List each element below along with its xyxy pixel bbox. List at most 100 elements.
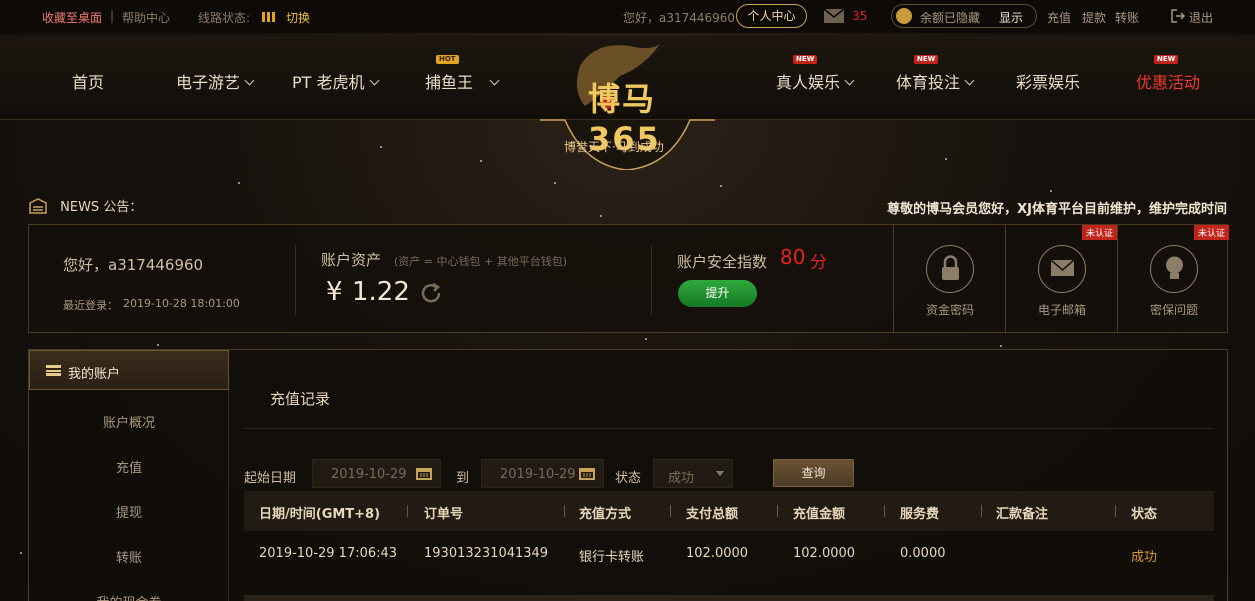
security-item-label: 电子邮箱 <box>1037 303 1086 317</box>
security-label: 账户安全指数 <box>677 253 768 271</box>
upgrade-button[interactable]: 提升 <box>678 280 757 307</box>
news-marquee[interactable]: 尊敬的博马会员您好，XJ体育平台目前维护，维护完成时间 <box>887 198 1227 217</box>
card-icon <box>46 365 61 380</box>
divider <box>651 245 652 315</box>
end-date-input[interactable]: 2019-10-29 <box>481 459 604 488</box>
column-header[interactable]: 支付总额 <box>686 503 738 522</box>
table-footer <box>244 595 1214 601</box>
refresh-icon[interactable] <box>419 281 443 309</box>
cell-method: 银行卡转账 <box>579 550 645 565</box>
nav-lottery[interactable]: 彩票娱乐 <box>1016 69 1080 93</box>
security-item-fund-password[interactable]: 资金密码 <box>893 225 1005 332</box>
column-separator <box>564 505 565 517</box>
security-score: 80 <box>780 245 806 269</box>
transfer-link[interactable]: 转账 <box>1115 9 1139 26</box>
nav-home[interactable]: 首页 <box>72 69 104 93</box>
currency-symbol: ¥ <box>326 277 343 307</box>
start-date-label: 起始日期 <box>244 471 297 486</box>
lock-icon <box>926 245 974 293</box>
show-balance-button[interactable]: 显示 <box>999 9 1023 26</box>
calendar-icon[interactable] <box>579 466 595 484</box>
balance-toggle: 余额已隐藏 显示 <box>891 4 1037 28</box>
query-button[interactable]: 查询 <box>773 459 854 487</box>
sidebar-item-withdraw[interactable]: 提现 <box>29 502 229 521</box>
account-panel: 我的账户 账户概况 充值 提现 转账 我的现金券 充值记录 起始日期 2019-… <box>28 349 1228 601</box>
column-header[interactable]: 充值金额 <box>793 503 845 522</box>
cell-status: 成功 <box>1131 550 1158 565</box>
logo-slogan: 博誉天下·马到成功 <box>564 140 664 154</box>
mail-icon[interactable] <box>823 8 845 27</box>
chevron-down-icon <box>844 75 855 86</box>
bookmark-link[interactable]: 收藏至桌面 <box>42 9 102 26</box>
security-item-question[interactable]: 未认证 密保问题 <box>1117 225 1229 332</box>
nav-fishing[interactable]: 捕鱼王 <box>425 69 500 93</box>
table-header: 日期/时间(GMT+8) 订单号 充值方式 支付总额 充值金额 服务费 汇款备注… <box>244 491 1214 531</box>
help-link[interactable]: 帮助中心 <box>122 9 170 26</box>
last-login-time: 2019-10-28 18:01:00 <box>123 297 240 310</box>
site-logo[interactable]: 博马365 博誉天下·马到成功 <box>540 36 715 171</box>
security-item-label: 资金密码 <box>925 303 974 317</box>
new-badge: NEW <box>793 55 818 64</box>
nav-sports[interactable]: 体育投注 <box>896 69 975 93</box>
sidebar-title[interactable]: 我的账户 <box>29 350 229 390</box>
sidebar-item-deposit[interactable]: 充值 <box>29 457 229 476</box>
column-header[interactable]: 日期/时间(GMT+8) <box>259 503 380 522</box>
signal-bars-icon <box>262 11 278 25</box>
logout-icon[interactable] <box>1170 8 1186 27</box>
top-utility-bar: 收藏至桌面 | 帮助中心 线路状态: 切换 您好，a317446960 个人中心… <box>0 0 1255 33</box>
page-title: 充值记录 <box>270 390 331 408</box>
column-header[interactable]: 汇款备注 <box>996 503 1048 522</box>
security-unit: 分 <box>810 253 827 273</box>
calendar-icon[interactable] <box>416 466 432 484</box>
column-header[interactable]: 充值方式 <box>579 503 631 522</box>
account-greeting: 您好，a317446960 <box>63 256 204 274</box>
logout-link[interactable]: 退出 <box>1189 9 1213 26</box>
column-separator <box>884 505 885 517</box>
deposit-link[interactable]: 充值 <box>1047 9 1071 26</box>
asset-amount: 1.22 <box>352 277 410 307</box>
news-label-group: NEWS 公告： <box>28 196 142 219</box>
chevron-down-icon <box>964 75 975 86</box>
column-separator <box>1115 505 1116 517</box>
switch-line-link[interactable]: 切换 <box>286 9 310 26</box>
sidebar-title-label: 我的账户 <box>68 367 121 382</box>
column-separator <box>670 505 671 517</box>
user-center-button[interactable]: 个人中心 <box>736 4 807 28</box>
column-header[interactable]: 状态 <box>1131 503 1157 522</box>
line-status-label: 线路状态: <box>198 11 251 25</box>
new-badge: NEW <box>914 55 939 64</box>
withdraw-link[interactable]: 提款 <box>1082 9 1106 26</box>
column-separator <box>777 505 778 517</box>
column-separator <box>981 505 982 517</box>
column-header[interactable]: 订单号 <box>424 503 463 522</box>
chevron-down-icon <box>369 75 379 86</box>
assets-hint: (资产 = 中心钱包 + 其他平台钱包) <box>394 255 568 268</box>
new-badge: NEW <box>1154 55 1179 64</box>
sidebar-item-coupons[interactable]: 我的现金券 <box>29 592 229 601</box>
chevron-down-icon <box>489 75 500 86</box>
status-select[interactable]: 成功 <box>653 459 733 488</box>
caret-down-icon <box>716 471 724 476</box>
account-summary: 您好，a317446960 最近登录： 2019-10-28 18:01:00 … <box>28 224 1229 333</box>
to-label: 到 <box>456 471 470 486</box>
sidebar-item-transfer[interactable]: 转账 <box>29 547 229 566</box>
start-date-input[interactable]: 2019-10-29 <box>312 459 441 488</box>
unverified-badge: 未认证 <box>1193 225 1229 240</box>
mail-count[interactable]: 35 <box>852 9 867 23</box>
security-item-email[interactable]: 未认证 电子邮箱 <box>1005 225 1117 332</box>
nav-egames[interactable]: 电子游艺 <box>176 69 255 93</box>
column-header[interactable]: 服务费 <box>900 503 939 522</box>
cell-order-no: 193013231041349 <box>424 546 549 561</box>
nav-promotions[interactable]: 优惠活动 <box>1136 69 1200 93</box>
nav-pt-slots[interactable]: PT 老虎机 <box>292 69 379 93</box>
nav-live-casino[interactable]: 真人娱乐 <box>776 69 855 93</box>
sidebar-item-overview[interactable]: 账户概况 <box>29 412 229 431</box>
unverified-badge: 未认证 <box>1081 225 1117 240</box>
column-separator <box>407 505 408 517</box>
greeting-text: 您好，a317446960 <box>623 11 736 25</box>
divider: | <box>110 9 115 23</box>
last-login-label: 最近登录： <box>63 299 118 312</box>
cell-total: 102.0000 <box>686 546 749 561</box>
assets-label: 账户资产 <box>321 251 382 269</box>
cell-datetime: 2019-10-29 17:06:43 <box>259 546 398 561</box>
